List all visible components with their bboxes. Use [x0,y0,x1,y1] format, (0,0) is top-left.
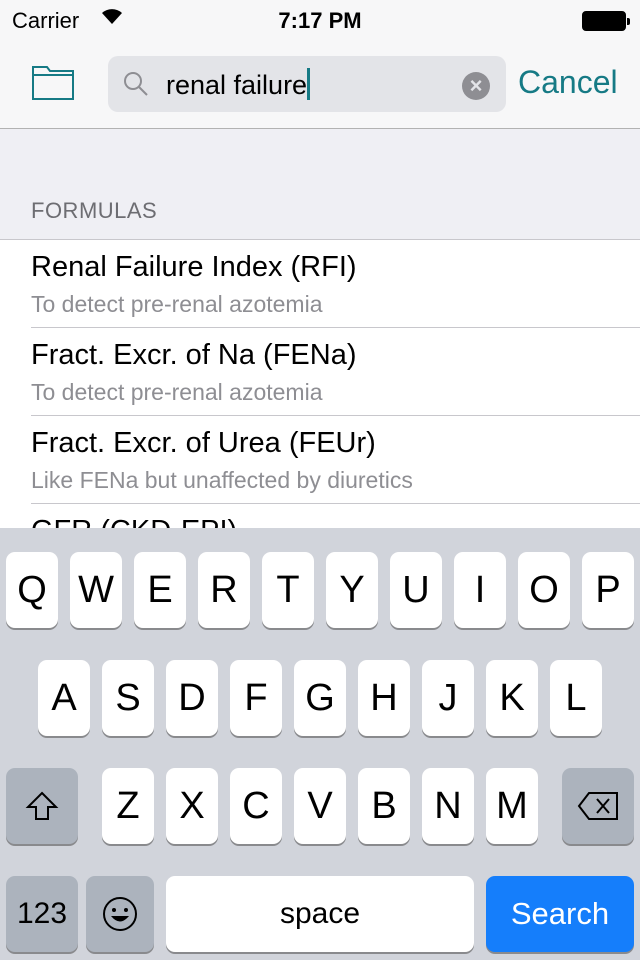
key-y[interactable]: Y [326,552,378,628]
list-item[interactable]: Fract. Excr. of Urea (FEUr) Like FENa but… [0,416,640,504]
search-key[interactable]: Search [486,876,634,952]
numbers-key[interactable]: 123 [6,876,78,952]
list-item[interactable]: Fract. Excr. of Na (FENa) To detect pre-r… [0,328,640,416]
key-q[interactable]: Q [6,552,58,628]
key-z[interactable]: Z [102,768,154,844]
key-d[interactable]: D [166,660,218,736]
key-v[interactable]: V [294,768,346,844]
key-t[interactable]: T [262,552,314,628]
item-subtitle: To detect pre-renal azotemia [31,379,323,405]
navigation-bar: renal failure × Cancel [0,40,640,129]
item-title: GFR (CKD-EPI) [31,515,237,528]
section-header: FORMULAS [31,198,158,223]
key-o[interactable]: O [518,552,570,628]
key-j[interactable]: J [422,660,474,736]
list-item[interactable]: Renal Failure Index (RFI) To detect pre-r… [0,240,640,328]
search-text: renal failure [166,70,308,100]
item-subtitle: Like FENa but unaffected by diuretics [31,467,413,493]
key-p[interactable]: P [582,552,634,628]
key-m[interactable]: M [486,768,538,844]
cancel-button[interactable]: Cancel [518,64,618,101]
key-n[interactable]: N [422,768,474,844]
shift-key[interactable] [6,768,78,844]
key-h[interactable]: H [358,660,410,736]
status-bar: Carrier 7:17 PM [0,0,640,40]
backspace-key[interactable] [562,768,634,844]
key-r[interactable]: R [198,552,250,628]
key-u[interactable]: U [390,552,442,628]
results-list: Renal Failure Index (RFI) To detect pre-r… [0,239,640,528]
emoji-key[interactable] [86,876,154,952]
key-a[interactable]: A [38,660,90,736]
item-subtitle: To detect pre-renal azotemia [31,291,323,317]
key-l[interactable]: L [550,660,602,736]
key-g[interactable]: G [294,660,346,736]
search-input[interactable]: renal failure [166,68,311,101]
battery-icon [582,11,630,31]
key-k[interactable]: K [486,660,538,736]
key-f[interactable]: F [230,660,282,736]
space-key[interactable]: space [166,876,474,952]
item-title: Fract. Excr. of Na (FENa) [31,339,357,371]
key-w[interactable]: W [70,552,122,628]
search-icon [122,70,150,103]
folder-icon[interactable] [32,64,74,100]
text-cursor [307,68,311,100]
search-field[interactable]: renal failure × [108,56,506,112]
key-b[interactable]: B [358,768,410,844]
key-e[interactable]: E [134,552,186,628]
key-c[interactable]: C [230,768,282,844]
keyboard: 123 space Search QWERTYUIOP ASDFGHJKL ZXCV… [0,528,640,960]
item-title: Renal Failure Index (RFI) [31,251,357,283]
key-x[interactable]: X [166,768,218,844]
clear-icon[interactable]: × [462,72,490,100]
item-title: Fract. Excr. of Urea (FEUr) [31,427,376,459]
key-s[interactable]: S [102,660,154,736]
list-item[interactable]: GFR (CKD-EPI) [0,504,640,528]
clock: 7:17 PM [278,8,362,33]
key-i[interactable]: I [454,552,506,628]
